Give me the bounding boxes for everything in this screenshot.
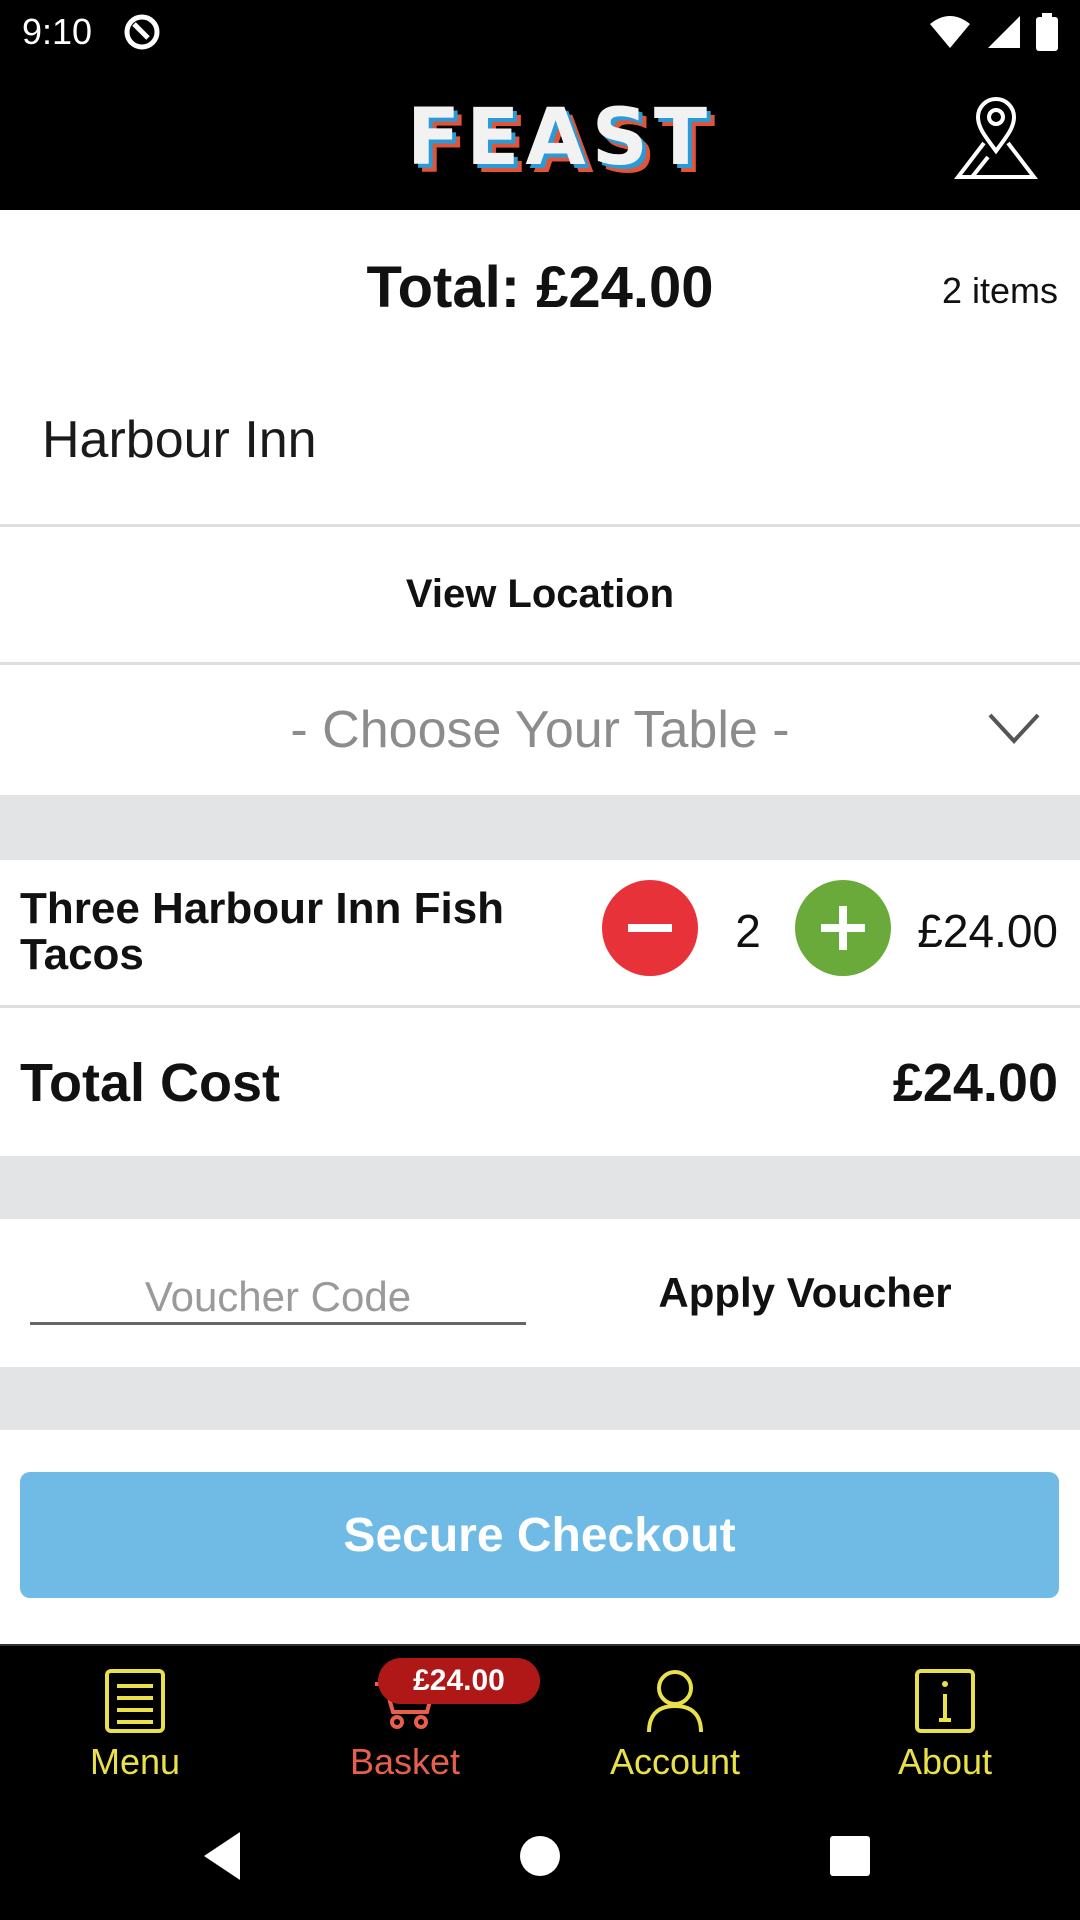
minus-icon: [628, 924, 672, 932]
bottom-navigation: Menu Basket £24.00 Account About: [0, 1644, 1080, 1792]
feast-logo: FEAST: [400, 98, 720, 178]
nav-label-about: About: [897, 1741, 993, 1782]
home-icon[interactable]: [508, 1824, 572, 1888]
back-icon[interactable]: [192, 1824, 256, 1888]
decrease-quantity-button[interactable]: [602, 880, 698, 976]
app-notification-icon: [124, 14, 160, 49]
info-icon: [915, 1669, 975, 1733]
total-cost-label: Total Cost: [20, 1053, 280, 1113]
table-select-placeholder: - Choose Your Table -: [290, 701, 790, 759]
increase-quantity-button[interactable]: [795, 880, 891, 976]
item-price: £24.00: [917, 905, 1058, 957]
secure-checkout-button[interactable]: Secure Checkout: [20, 1472, 1059, 1598]
total-heading: Total: £24.00: [366, 255, 714, 320]
nav-item-menu[interactable]: Menu: [0, 1646, 270, 1794]
system-navigation-bar: [0, 1792, 1080, 1920]
total-summary: Total: £24.00 2 items: [0, 210, 1080, 370]
wifi-icon: [930, 15, 970, 48]
voucher-code-input[interactable]: [30, 1271, 526, 1325]
quantity-value: 2: [735, 905, 761, 957]
nav-label-account: Account: [609, 1741, 741, 1782]
total-cost-value: £24.00: [892, 1053, 1058, 1113]
table-select-dropdown[interactable]: - Choose Your Table -: [0, 665, 1080, 795]
item-name: Three Harbour Inn Fish Tacos: [20, 884, 505, 979]
voucher-row: Apply Voucher: [0, 1219, 1080, 1367]
basket-line-item: Three Harbour Inn Fish Tacos 2 £24.00: [0, 860, 1080, 1005]
account-icon: [647, 1670, 703, 1733]
venue-name: Harbour Inn: [42, 411, 317, 469]
battery-icon: [1036, 12, 1058, 51]
status-bar: 9:10: [0, 0, 1080, 63]
section-separator: [0, 1367, 1080, 1430]
app-header: FEAST: [0, 63, 1080, 210]
item-count: 2 items: [941, 270, 1058, 311]
location-pin-icon[interactable]: [954, 95, 1038, 179]
nav-item-account[interactable]: Account: [540, 1646, 810, 1794]
section-separator: [0, 1156, 1080, 1219]
signal-icon: [988, 15, 1020, 48]
section-separator: [0, 795, 1080, 860]
total-cost-row: Total Cost £24.00: [0, 1008, 1080, 1156]
logo-text: FEAST: [406, 93, 714, 183]
basket-total-badge: £24.00: [378, 1658, 540, 1704]
nav-label-menu: Menu: [89, 1741, 181, 1782]
menu-icon: [105, 1669, 165, 1733]
view-location-button[interactable]: View Location: [0, 527, 1080, 662]
apply-voucher-button[interactable]: Apply Voucher: [620, 1269, 990, 1317]
status-icons: [928, 12, 1058, 51]
nav-label-basket: Basket: [349, 1741, 461, 1782]
nav-item-about[interactable]: About: [810, 1646, 1080, 1794]
status-time: 9:10: [22, 10, 93, 52]
chevron-down-icon: [988, 713, 1040, 744]
plus-icon: [821, 906, 865, 950]
recents-icon[interactable]: [818, 1824, 882, 1888]
